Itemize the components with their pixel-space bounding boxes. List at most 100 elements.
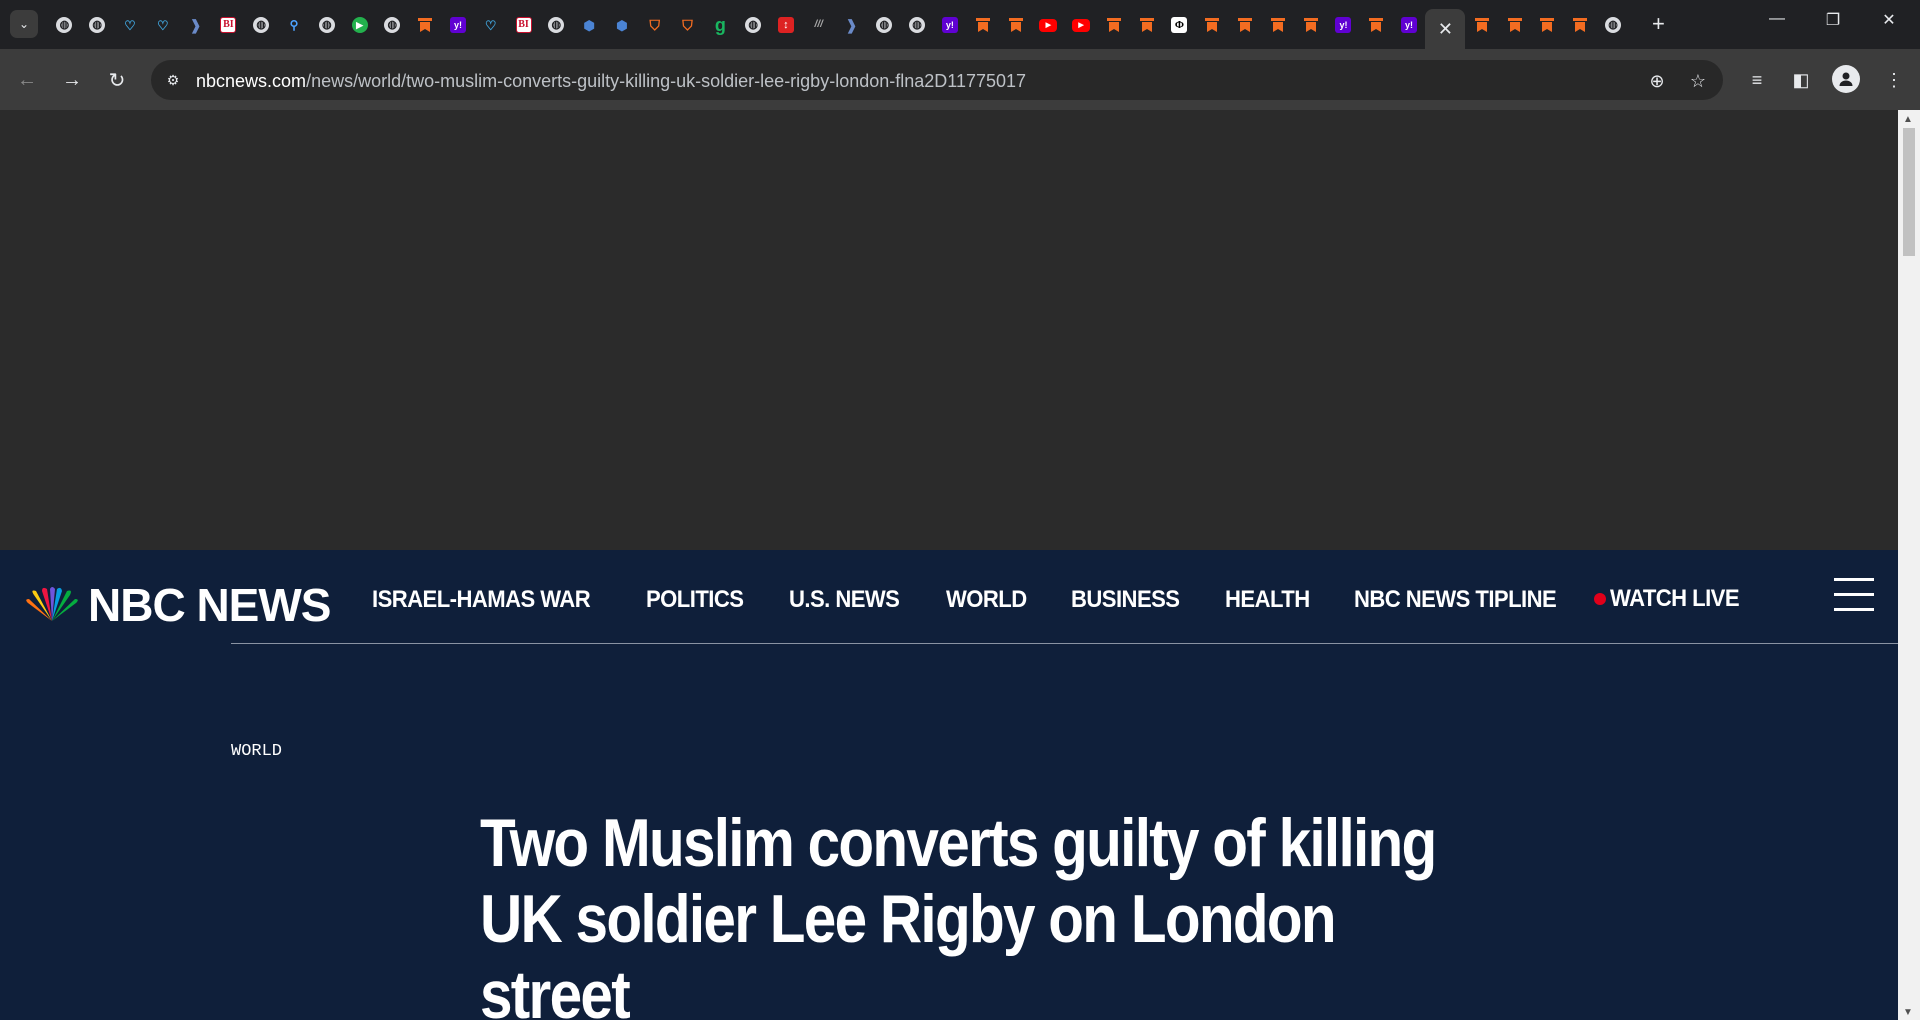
watch-live-button[interactable]: WATCH LIVE xyxy=(1594,585,1750,613)
browser-tab[interactable]: y! xyxy=(1393,9,1426,41)
forward-button[interactable]: → xyxy=(57,65,87,95)
browser-tab[interactable]: ◍ xyxy=(868,9,901,41)
section-label[interactable]: WORLD xyxy=(231,742,282,761)
browser-tab[interactable]: ♡ xyxy=(474,9,507,41)
grammarly-icon: g xyxy=(714,15,726,35)
browser-tab[interactable]: ◍ xyxy=(1597,9,1630,41)
browser-tab[interactable] xyxy=(999,9,1032,41)
browser-tab[interactable] xyxy=(1098,9,1131,41)
url-text[interactable]: nbcnews.com/news/world/two-muslim-conver… xyxy=(196,71,1026,92)
browser-tab[interactable]: ⬢ xyxy=(606,9,639,41)
browser-tab[interactable]: g xyxy=(704,9,737,41)
browser-tab[interactable] xyxy=(1196,9,1229,41)
nav-tipline[interactable]: NBC NEWS TIPLINE xyxy=(1354,586,1557,614)
minimize-button[interactable]: — xyxy=(1762,10,1792,28)
browser-tab[interactable]: ◍ xyxy=(81,9,114,41)
profile-avatar[interactable] xyxy=(1832,65,1860,93)
globe-icon: ◍ xyxy=(548,17,565,33)
scroll-down-icon[interactable]: ▼ xyxy=(1903,1007,1913,1018)
back-button[interactable]: ← xyxy=(12,65,42,95)
article-headline: Two Muslim converts guilty of killing UK… xyxy=(480,805,1437,1020)
browser-tab[interactable]: ◍ xyxy=(737,9,770,41)
yahoo-icon: y! xyxy=(1401,17,1418,33)
browser-tab[interactable] xyxy=(409,9,442,41)
browser-tab[interactable]: y! xyxy=(1327,9,1360,41)
page-scrollbar[interactable]: ▲ ▼ xyxy=(1898,110,1920,1020)
red-app-icon: ↕ xyxy=(777,17,794,33)
browser-tab[interactable]: ◍ xyxy=(376,9,409,41)
browser-tab[interactable]: BI xyxy=(212,9,245,41)
browser-tab[interactable]: ♡ xyxy=(114,9,147,41)
browser-tab[interactable]: ◍ xyxy=(48,9,81,41)
bookmark-dark-icon: ❱ xyxy=(189,17,202,33)
browser-tab[interactable] xyxy=(1498,9,1531,41)
zoom-icon[interactable]: ⊕ xyxy=(1645,69,1669,93)
tab-search-button[interactable]: ⌄ xyxy=(10,10,38,38)
browser-tab[interactable]: ❱ xyxy=(179,9,212,41)
browser-tab[interactable]: ▶ xyxy=(1032,9,1065,41)
close-tab-icon[interactable]: ✕ xyxy=(1438,19,1453,40)
shield-icon: ⛉ xyxy=(649,17,660,33)
browser-tab[interactable]: y! xyxy=(442,9,475,41)
scroll-up-icon[interactable]: ▲ xyxy=(1903,114,1913,125)
scroll-thumb[interactable] xyxy=(1903,128,1915,256)
browser-tab[interactable]: /// xyxy=(802,9,835,41)
nbc-news-logo[interactable]: NBC NEWS xyxy=(24,578,331,632)
url-path: /news/world/two-muslim-converts-guilty-k… xyxy=(306,71,1027,91)
browser-tab[interactable]: ♡ xyxy=(146,9,179,41)
more-menu-icon[interactable]: ⋮ xyxy=(1880,66,1908,94)
browser-tab[interactable]: ✕ xyxy=(1425,9,1466,49)
browser-tab[interactable]: ◍ xyxy=(245,9,278,41)
browser-tab[interactable] xyxy=(1531,9,1564,41)
browser-tab[interactable]: ◍ xyxy=(540,9,573,41)
new-tab-button[interactable]: + xyxy=(1652,12,1665,36)
browser-tab[interactable] xyxy=(1360,9,1393,41)
reload-button[interactable]: ↻ xyxy=(102,65,132,95)
browser-tab[interactable] xyxy=(1261,9,1294,41)
browser-tab[interactable] xyxy=(1229,9,1262,41)
ad-placeholder xyxy=(0,110,1898,550)
url-host: nbcnews.com xyxy=(196,71,307,91)
globe-icon: ◍ xyxy=(384,17,401,33)
browser-tab[interactable]: ◍ xyxy=(310,9,343,41)
browser-tab[interactable]: y! xyxy=(934,9,967,41)
browser-tab[interactable]: ◍ xyxy=(901,9,934,41)
nav-world[interactable]: WORLD xyxy=(946,586,1027,614)
person-icon xyxy=(1839,72,1853,86)
browser-tab[interactable]: BI xyxy=(507,9,540,41)
yahoo-icon: y! xyxy=(449,17,466,33)
nav-us-news[interactable]: U.S. NEWS xyxy=(789,586,900,614)
side-panel-icon[interactable]: ◧ xyxy=(1787,66,1815,94)
site-header: NBC NEWS ISRAEL-HAMAS WAR POLITICS U.S. … xyxy=(0,550,1898,644)
bookmark-icon xyxy=(1106,17,1122,33)
browser-tab[interactable]: Φ xyxy=(1163,9,1196,41)
browser-tab[interactable] xyxy=(966,9,999,41)
browser-tab[interactable]: ↕ xyxy=(770,9,803,41)
hamburger-menu-icon[interactable] xyxy=(1834,578,1874,614)
chevron-down-icon: ⌄ xyxy=(18,17,30,31)
browser-tab[interactable]: ⛉ xyxy=(671,9,704,41)
bookmark-icon xyxy=(417,17,433,33)
restore-button[interactable]: ❐ xyxy=(1818,10,1848,30)
browser-tab[interactable] xyxy=(1465,9,1498,41)
browser-tab[interactable]: ⛉ xyxy=(638,9,671,41)
address-bar[interactable]: ⚙ nbcnews.com/news/world/two-muslim-conv… xyxy=(151,60,1723,100)
live-dot-icon xyxy=(1594,593,1606,605)
close-window-button[interactable]: ✕ xyxy=(1874,10,1904,30)
media-controls-icon[interactable]: ≡ xyxy=(1743,66,1771,94)
site-info-icon[interactable]: ⚙ xyxy=(161,68,185,92)
browser-tab[interactable] xyxy=(1130,9,1163,41)
browser-tab[interactable] xyxy=(1564,9,1597,41)
peacock-icon xyxy=(26,587,78,621)
browser-tab[interactable]: ❱ xyxy=(835,9,868,41)
nav-business[interactable]: BUSINESS xyxy=(1071,586,1180,614)
nav-health[interactable]: HEALTH xyxy=(1225,586,1310,614)
browser-tab[interactable]: ⚲ xyxy=(278,9,311,41)
nav-politics[interactable]: POLITICS xyxy=(646,586,744,614)
bookmark-star-icon[interactable]: ☆ xyxy=(1686,69,1710,93)
nav-israel-hamas-war[interactable]: ISRAEL-HAMAS WAR xyxy=(372,586,591,614)
browser-tab[interactable]: ⬢ xyxy=(573,9,606,41)
browser-tab[interactable] xyxy=(1294,9,1327,41)
browser-tab[interactable]: ▶ xyxy=(1065,9,1098,41)
browser-tab[interactable]: ▶ xyxy=(343,9,376,41)
